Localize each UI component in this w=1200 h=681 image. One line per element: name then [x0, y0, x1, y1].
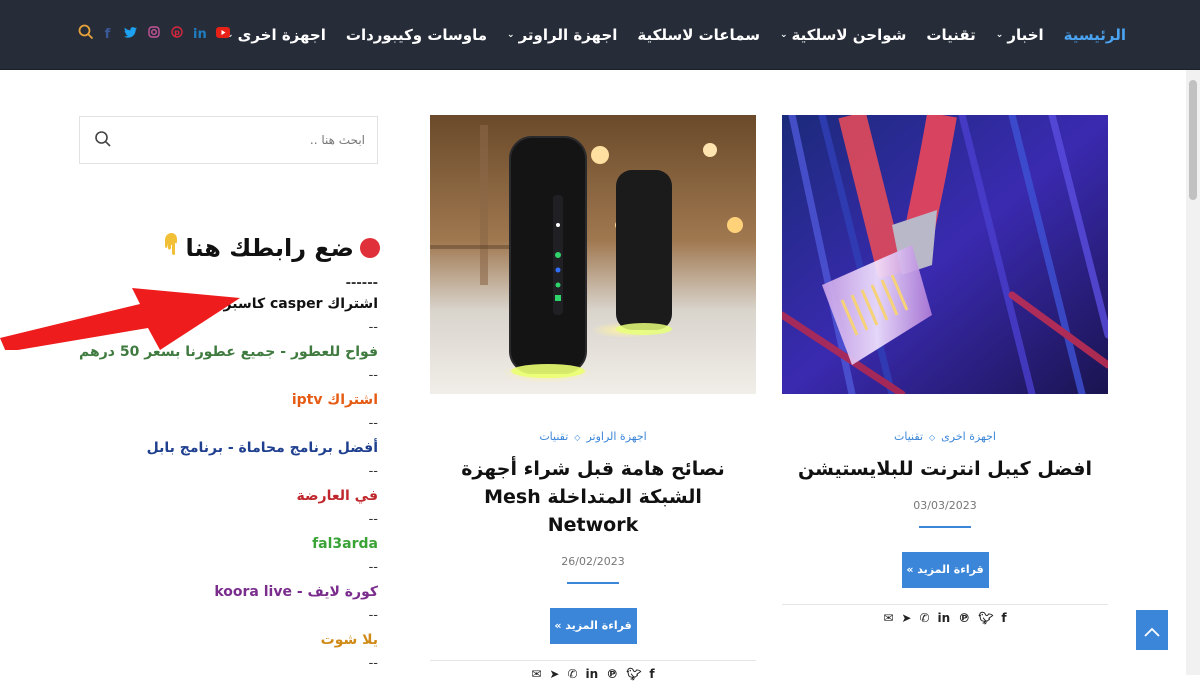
linkedin-icon[interactable]: in: [938, 611, 951, 625]
menu-item-tech[interactable]: تقنيات: [916, 0, 985, 70]
share-bar: f 🐦︎ ℗ in ✆ ➤ ✉: [782, 604, 1108, 625]
facebook-icon[interactable]: f: [1001, 611, 1006, 625]
divider: [919, 526, 971, 528]
menu-item-news[interactable]: اخبار ⌄: [986, 0, 1054, 70]
search-icon[interactable]: [78, 24, 94, 46]
read-more-button[interactable]: قراءة المزيد »: [549, 608, 637, 644]
search-input[interactable]: [135, 117, 365, 163]
email-icon[interactable]: ✉: [531, 667, 541, 681]
email-icon[interactable]: ✉: [883, 611, 893, 625]
menu-item-wireless-headphones[interactable]: سماعات لاسلكية: [627, 0, 770, 70]
menu-item-other-devices[interactable]: اجهزة اخرى⌄: [216, 0, 336, 70]
post-thumbnail-mesh-router[interactable]: [430, 115, 756, 394]
link-koora-live[interactable]: كورة لايف - koora live: [79, 580, 378, 604]
menu-item-label: سماعات لاسلكية: [637, 26, 760, 44]
chevron-down-icon: ⌄: [780, 30, 788, 40]
menu-item-routers[interactable]: اجهزة الراوتر ⌄: [497, 0, 627, 70]
category-link[interactable]: اجهزة اخرى: [941, 430, 996, 443]
menu-item-label: الرئيسية: [1063, 26, 1126, 44]
telegram-icon[interactable]: ➤: [901, 611, 911, 625]
facebook-icon[interactable]: f: [101, 24, 114, 46]
link-yalla-shoot[interactable]: يلا شوت: [79, 628, 378, 652]
post-title[interactable]: نصائح هامة قبل شراء أجهزة الشبكة المتداخ…: [430, 455, 756, 539]
category-link[interactable]: اجهزة الراوتر: [586, 430, 646, 443]
pinterest-icon[interactable]: p: [170, 24, 183, 46]
facebook-icon[interactable]: f: [649, 667, 654, 681]
link-separator: --: [368, 512, 378, 527]
link-separator: --: [368, 608, 378, 623]
link-iptv[interactable]: اشتراك iptv: [79, 388, 378, 412]
menu-item-label: شواحن لاسلكية: [791, 26, 907, 44]
link-law-software[interactable]: أفضل برنامج محاماة - برنامج بابل: [79, 436, 378, 460]
link-separator: --: [368, 416, 378, 431]
post-card: اجهزة اخرى ◇ تقنيات افضل كيبل انترنت للبلا…: [782, 115, 1108, 625]
menu-item-label: اخبار: [1007, 26, 1044, 44]
menu-item-label: تقنيات: [926, 26, 976, 44]
twitter-icon[interactable]: 🐦︎: [626, 667, 641, 681]
link-separator: --: [368, 656, 378, 671]
post-title[interactable]: افضل كيبل انترنت للبلايستيشن: [782, 455, 1108, 483]
link-separator: --: [368, 464, 378, 479]
link-fal3arda[interactable]: fal3arda: [79, 532, 378, 556]
youtube-icon[interactable]: [216, 24, 230, 46]
link-separator: --: [368, 368, 378, 383]
whatsapp-icon[interactable]: ✆: [919, 611, 929, 625]
search-icon[interactable]: [94, 130, 112, 153]
linkedin-icon[interactable]: in: [193, 24, 207, 46]
post-thumbnail-ethernet-cable[interactable]: [782, 115, 1108, 394]
svg-text:p: p: [174, 28, 180, 37]
widget-title: ضع رابطك هنا: [163, 232, 380, 262]
red-arrow-annotation: [0, 288, 240, 350]
menu-item-wireless-chargers[interactable]: شواحن لاسلكية ⌄: [770, 0, 916, 70]
post-date: 26/02/2023: [561, 555, 625, 568]
read-more-button[interactable]: قراءة المزيد »: [901, 552, 989, 588]
telegram-icon[interactable]: ➤: [549, 667, 559, 681]
category-link[interactable]: تقنيات: [539, 430, 568, 443]
social-icons: f p in: [78, 24, 230, 46]
scrollbar-thumb[interactable]: [1189, 80, 1197, 200]
post-categories: اجهزة اخرى ◇ تقنيات: [782, 430, 1108, 443]
twitter-icon[interactable]: [124, 24, 137, 46]
red-circle-icon: [360, 238, 380, 258]
divider: [567, 582, 619, 584]
menu-item-label: اجهزة اخرى: [237, 26, 326, 44]
sidebar-search: [79, 116, 378, 164]
link-separator: --: [368, 560, 378, 575]
menu-item-label: اجهزة الراوتر: [518, 26, 618, 44]
twitter-icon[interactable]: 🐦︎: [978, 611, 993, 625]
separator-dot-icon: ◇: [929, 433, 936, 442]
link-fal3arda-ar[interactable]: في العارضة: [79, 484, 379, 508]
menu-item-mice-keyboards[interactable]: ماوسات وكيبوردات: [336, 0, 497, 70]
menu-item-label: ماوسات وكيبوردات: [345, 26, 488, 44]
menu-item-home[interactable]: الرئيسية: [1054, 0, 1136, 70]
main-menu: الرئيسية اخبار ⌄ تقنيات شواحن لاسلكية ⌄ سم…: [216, 0, 1136, 70]
post-card: اجهزة الراوتر ◇ تقنيات نصائح هامة قبل شراء…: [430, 115, 756, 681]
post-categories: اجهزة الراوتر ◇ تقنيات: [430, 430, 756, 443]
pointing-down-icon: [163, 232, 179, 262]
back-to-top-button[interactable]: [1136, 610, 1168, 650]
pinterest-icon[interactable]: ℗: [958, 611, 970, 625]
top-navbar: الرئيسية اخبار ⌄ تقنيات شواحن لاسلكية ⌄ سم…: [0, 0, 1200, 70]
chevron-down-icon: ⌄: [507, 30, 515, 40]
page-scrollbar[interactable]: [1186, 70, 1200, 675]
share-bar: f 🐦︎ ℗ in ✆ ➤ ✉: [430, 660, 756, 681]
category-link[interactable]: تقنيات: [894, 430, 923, 443]
separator-dot-icon: ◇: [574, 433, 581, 442]
widget-title-text: ضع رابطك هنا: [185, 234, 354, 262]
linkedin-icon[interactable]: in: [586, 667, 599, 681]
post-date: 03/03/2023: [913, 499, 977, 512]
chevron-down-icon: ⌄: [995, 30, 1004, 40]
instagram-icon[interactable]: [147, 24, 160, 46]
pinterest-icon[interactable]: ℗: [606, 667, 618, 681]
whatsapp-icon[interactable]: ✆: [567, 667, 577, 681]
